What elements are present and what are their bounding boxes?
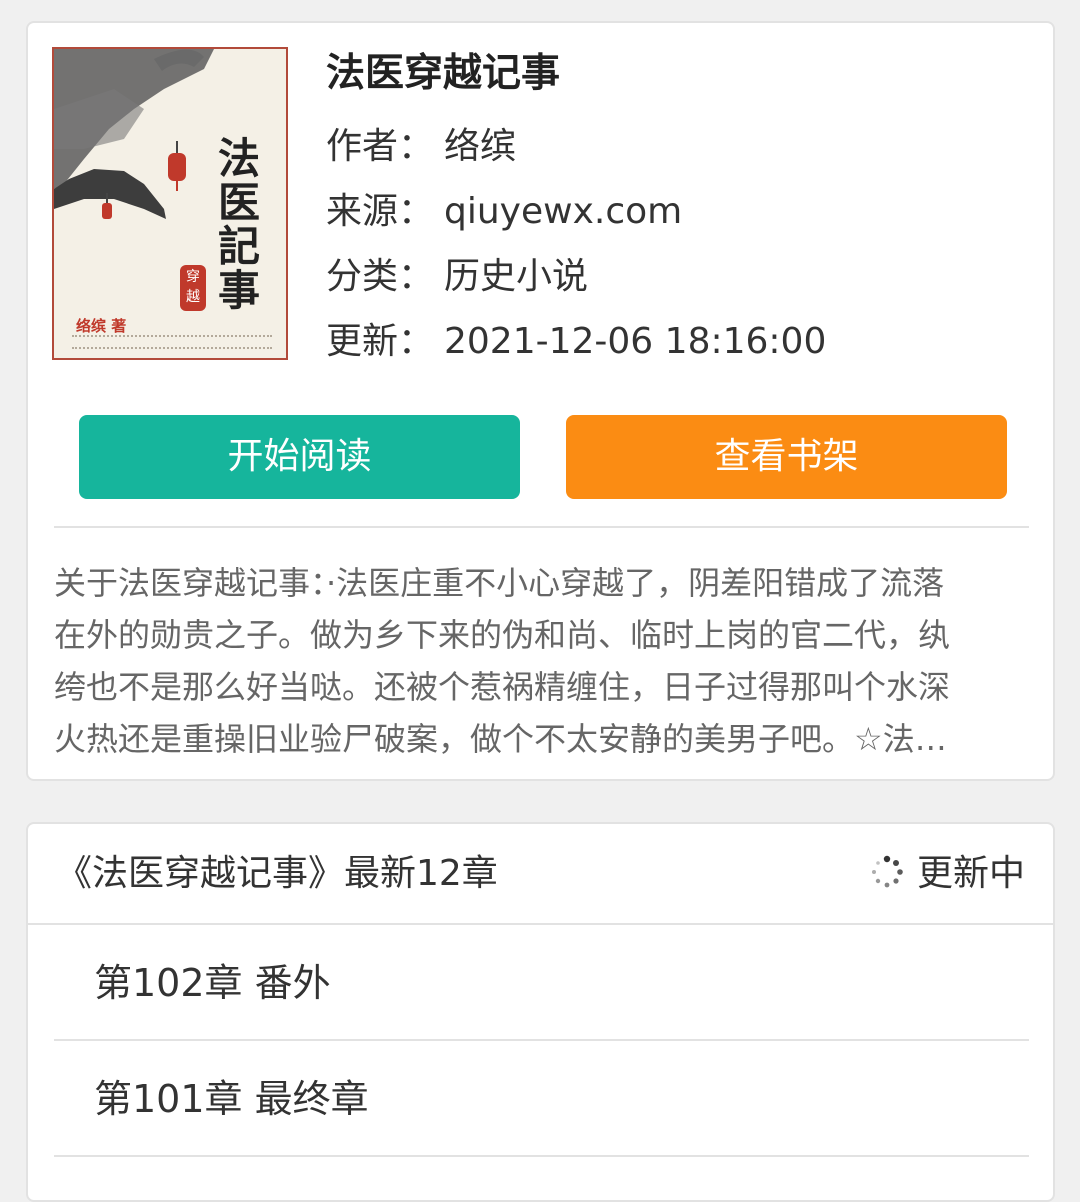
intro-line: 火热还是重操旧业验尸破案，做个不太安静的美男子吧。☆法… bbox=[54, 720, 947, 758]
loading-spinner-icon bbox=[871, 855, 903, 888]
intro-line: 关于法医穿越记事：·法医庄重不小心穿越了，阴差阳错成了流落 bbox=[54, 564, 945, 602]
meta-author-row: 作者： 络缤 bbox=[326, 124, 516, 170]
intro-divider bbox=[54, 526, 1029, 528]
update-status-label: 更新中 bbox=[916, 853, 1025, 894]
meta-source-row: 来源： qiuyewx.com bbox=[326, 189, 682, 235]
chapter-list-item[interactable]: 第102章 番外 bbox=[54, 925, 1029, 1041]
book-cover-image[interactable]: 法 医 記 事 穿越 络缤 著 bbox=[52, 47, 288, 360]
meta-updated-label: 更新： bbox=[326, 321, 435, 362]
meta-source-label: 来源： bbox=[326, 191, 435, 232]
chapters-header-title: 《法医穿越记事》最新12章 bbox=[56, 853, 498, 894]
cover-author-text: 络缤 著 bbox=[76, 317, 127, 335]
update-status: 更新中 bbox=[869, 850, 1025, 898]
cover-title-text: 法 医 記 事 bbox=[217, 134, 260, 315]
meta-updated-value: 2021-12-06 18:16:00 bbox=[444, 321, 827, 362]
meta-category-value: 历史小说 bbox=[444, 256, 589, 297]
meta-updated-row: 更新： 2021-12-06 18:16:00 bbox=[326, 319, 826, 365]
latest-chapters-card: 《法医穿越记事》最新12章 更新中 第102章 番外 第101章 最终章 bbox=[26, 822, 1055, 1202]
cover-seal-stamp: 穿越 bbox=[180, 265, 206, 311]
chapters-header: 《法医穿越记事》最新12章 更新中 bbox=[28, 824, 1053, 925]
book-title: 法医穿越记事 bbox=[326, 51, 561, 96]
book-intro: 关于法医穿越记事：·法医庄重不小心穿越了，阴差阳错成了流落 在外的勋贵之子。做为… bbox=[54, 557, 1014, 765]
meta-author-value: 络缤 bbox=[444, 126, 517, 167]
start-reading-button[interactable]: 开始阅读 bbox=[79, 415, 520, 499]
cover-fine-print bbox=[72, 335, 272, 349]
intro-line: 绔也不是那么好当哒。还被个惹祸精缠住，日子过得那叫个水深 bbox=[54, 668, 951, 706]
chapter-title: 第101章 最终章 bbox=[94, 1077, 369, 1121]
chapter-title: 第102章 番外 bbox=[94, 961, 331, 1005]
meta-category-label: 分类： bbox=[326, 256, 435, 297]
view-bookshelf-button[interactable]: 查看书架 bbox=[566, 415, 1007, 499]
meta-category-row: 分类： 历史小说 bbox=[326, 254, 588, 300]
meta-author-label: 作者： bbox=[326, 126, 435, 167]
book-info-card: 法 医 記 事 穿越 络缤 著 法医穿越记事 作者： 络缤 来源： qiuyewx.… bbox=[26, 21, 1055, 781]
chapter-list-item[interactable]: 第101章 最终章 bbox=[54, 1041, 1029, 1157]
meta-source-value: qiuyewx.com bbox=[444, 191, 683, 232]
intro-line: 在外的勋贵之子。做为乡下来的伪和尚、临时上岗的官二代，纨 bbox=[54, 616, 951, 654]
